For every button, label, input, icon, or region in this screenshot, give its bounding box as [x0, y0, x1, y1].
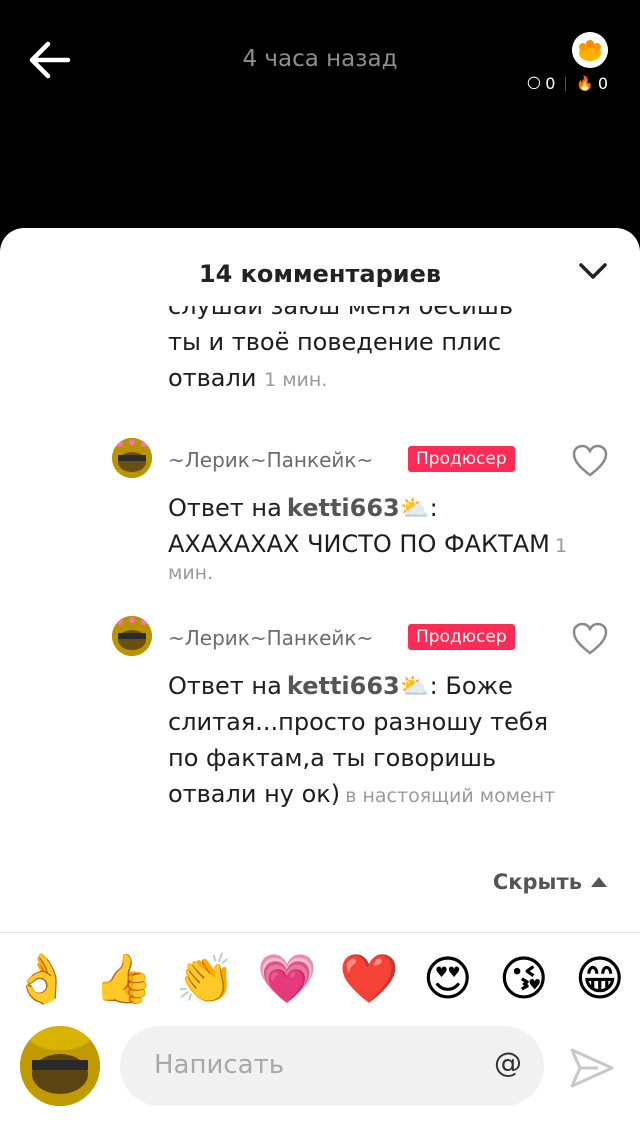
clipped-comment-line: отвали 1 мин.: [168, 360, 568, 398]
heart-eyes-emoji[interactable]: 😍: [421, 951, 475, 1007]
comment-input-row: Написать @: [0, 1024, 640, 1136]
producer-badge: Продюсер: [408, 446, 515, 472]
producer-badge: Продюсер: [408, 624, 515, 650]
comment-body: Ответ на ketti663⛅: АХАХАХАХ ЧИСТО ПО ФА…: [168, 490, 568, 584]
reply-prefix: Ответ на: [168, 494, 282, 522]
stats-divider: [565, 76, 567, 91]
clipped-comment-line: слушай заюш меня бесишь: [168, 306, 513, 320]
grin-emoji[interactable]: 😁: [573, 951, 627, 1007]
commenter-name[interactable]: ~Лерик~Панкейк~: [168, 626, 373, 650]
heart-icon[interactable]: [572, 622, 608, 656]
author-avatar[interactable]: [572, 32, 608, 68]
commenter-avatar[interactable]: [112, 616, 152, 656]
comment-body: Ответ на ketti663⛅: Боже слитая...просто…: [168, 668, 568, 812]
clipped-comment-line: ты и твоё поведение плис: [168, 328, 502, 356]
fire-count: 0: [597, 74, 608, 93]
comments-count-title: 14 комментариев: [198, 260, 442, 288]
comments-list[interactable]: слушай заюш меня бесишь ты и твоё поведе…: [0, 306, 640, 928]
hide-label: Скрыть: [492, 870, 582, 894]
hide-replies-button[interactable]: Скрыть: [493, 870, 608, 894]
clipped-comment-text: отвали: [168, 364, 257, 392]
screen: 4 часа назад 🌕 0 🔥 0 14 комментариев слу…: [0, 0, 640, 1136]
fire-stat: 🔥 0: [576, 74, 608, 93]
thumbs-up-emoji[interactable]: 👍: [94, 950, 154, 1007]
comment-time: в настоящий момент: [345, 785, 556, 807]
send-icon[interactable]: [568, 1046, 616, 1090]
commenter-avatar[interactable]: [112, 438, 152, 478]
mention-at-icon[interactable]: @: [494, 1046, 522, 1079]
triangle-up-icon: [591, 877, 607, 887]
comment-input[interactable]: Написать @: [120, 1026, 544, 1106]
coin-stat: 🌕 0: [527, 74, 556, 93]
sun-cloud-icon: ⛅: [399, 672, 430, 700]
coin-icon: 🌕: [526, 75, 542, 92]
fire-icon: 🔥: [576, 75, 594, 92]
mention-link[interactable]: ketti663: [287, 494, 400, 522]
post-stats: 🌕 0 🔥 0: [527, 74, 608, 93]
ok-hand-emoji[interactable]: 👌: [12, 950, 72, 1007]
sun-cloud-icon: ⛅: [399, 494, 430, 522]
heart-icon[interactable]: [572, 444, 608, 478]
emoji-quick-bar: 👌 👍 👏 💗 ❤️ 😍 😘 😁 😂: [0, 932, 640, 1024]
mention-link[interactable]: ketti663: [287, 672, 400, 700]
clipped-comment: слушай заюш меня бесишь ты и твоё поведе…: [168, 306, 568, 398]
glowing-heart-emoji[interactable]: 💗: [257, 950, 317, 1007]
red-heart-emoji[interactable]: ❤️: [339, 950, 399, 1007]
post-time: 4 часа назад: [242, 46, 398, 72]
comment-time: 1 мин.: [264, 369, 328, 391]
coin-count: 0: [545, 74, 556, 93]
comments-sheet: 14 комментариев слушай заюш меня бесишь …: [0, 228, 640, 1136]
chevron-down-icon[interactable]: [578, 260, 608, 282]
reply-prefix: Ответ на: [168, 672, 282, 700]
input-placeholder: Написать: [154, 1050, 285, 1080]
clap-emoji[interactable]: 👏: [176, 950, 236, 1007]
commenter-name[interactable]: ~Лерик~Панкейк~: [168, 448, 373, 472]
my-avatar: [20, 1026, 100, 1106]
kiss-emoji[interactable]: 😘: [497, 951, 551, 1007]
